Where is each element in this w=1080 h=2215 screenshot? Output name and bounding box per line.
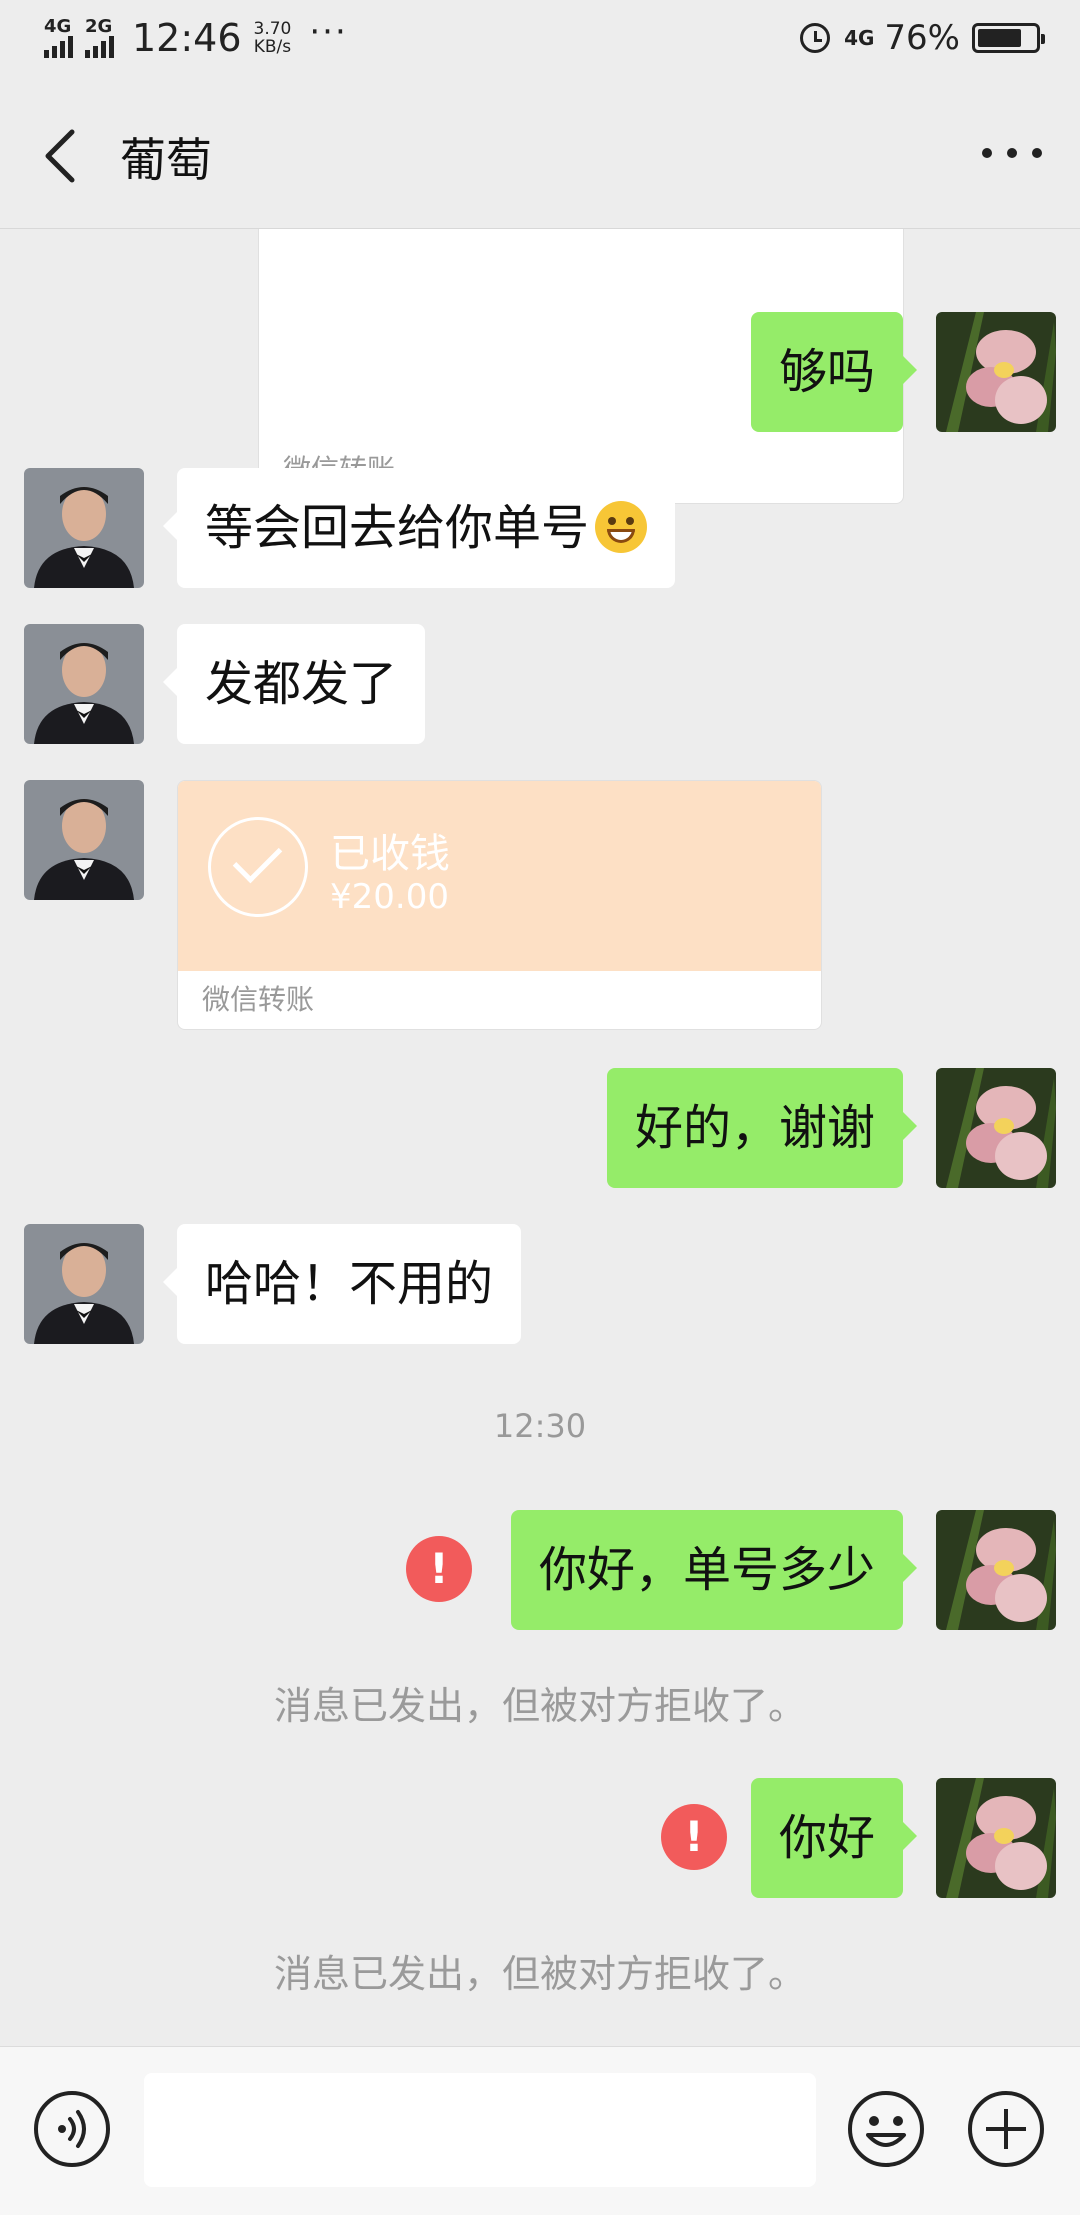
my-avatar[interactable] <box>936 312 1056 432</box>
message-input[interactable] <box>144 2073 816 2187</box>
back-arrow-icon[interactable] <box>38 124 88 188</box>
contact-avatar[interactable] <box>24 468 144 588</box>
message-text: 发都发了 <box>205 656 398 712</box>
status-left: 4G 2G 12:46 3.70 KB/s ··· <box>44 12 348 60</box>
message-text: 等会回去给你单号 <box>205 500 590 556</box>
status-right: 4G 76% <box>800 18 1045 58</box>
input-bar <box>0 2046 1080 2215</box>
message-bubble-sent[interactable]: 好的，谢谢 <box>606 1068 918 1188</box>
alarm-icon <box>800 23 831 53</box>
chat-header: 葡萄 <box>0 86 1080 229</box>
contact-avatar[interactable] <box>24 624 144 744</box>
system-notice: 消息已发出，但被对方拒收了。 <box>273 1952 806 1996</box>
signal-4g-icon: 4G <box>44 18 73 58</box>
signal-type-label: 2G <box>85 16 113 37</box>
transfer-amount: ¥20.00 <box>330 877 449 917</box>
time-divider: 12:30 <box>493 1407 587 1445</box>
net-speed-value: 3.70 <box>253 19 292 39</box>
message-bubble-received[interactable]: 发都发了 <box>162 624 426 744</box>
emoji-icon[interactable] <box>846 2089 926 2169</box>
plus-icon[interactable] <box>966 2089 1046 2169</box>
status-bar: 4G 2G 12:46 3.70 KB/s ··· 4G 76% <box>0 0 1080 86</box>
net-speed-unit: KB/s <box>253 37 292 57</box>
system-notice: 消息已发出，但被对方拒收了。 <box>273 1684 806 1728</box>
message-text: 够吗 <box>778 344 875 400</box>
message-bubble-sent[interactable]: 你好，单号多少 <box>510 1510 918 1630</box>
message-text: 哈哈！不用的 <box>205 1256 494 1312</box>
grin-emoji-icon <box>595 501 648 553</box>
send-failed-icon[interactable]: ! <box>661 1804 727 1870</box>
network-type: 4G <box>844 26 875 50</box>
voice-input-icon[interactable] <box>32 2089 112 2169</box>
transfer-card-body: 已收钱 ¥20.00 <box>178 781 821 971</box>
net-speed: 3.70 KB/s <box>254 20 292 56</box>
my-avatar[interactable] <box>936 1510 1056 1630</box>
message-text: 你好，单号多少 <box>538 1542 875 1598</box>
more-options-icon[interactable] <box>982 138 1042 168</box>
message-bubble-received[interactable]: 等会回去给你单号 <box>162 468 676 588</box>
message-text: 好的，谢谢 <box>634 1100 875 1156</box>
send-failed-icon[interactable]: ! <box>406 1536 472 1602</box>
chat-title: 葡萄 <box>120 133 212 187</box>
signal-2g-icon: 2G <box>85 18 114 58</box>
transfer-footer: 微信转账 <box>202 983 315 1016</box>
signal-type-label: 4G <box>44 16 72 37</box>
transfer-status: 已收钱 <box>330 831 450 877</box>
message-bubble-sent[interactable]: 够吗 <box>750 312 918 432</box>
contact-avatar[interactable] <box>24 1224 144 1344</box>
check-circle-icon <box>208 817 308 917</box>
battery-icon <box>972 23 1045 53</box>
message-text: 你好 <box>778 1810 875 1866</box>
message-bubble-received[interactable]: 哈哈！不用的 <box>162 1224 522 1344</box>
chat-messages[interactable]: 微信转账 够吗 等会回去给你单号 发都发了 已收钱 ¥20.00 微信转账 好的… <box>0 229 1080 2046</box>
message-bubble-sent[interactable]: 你好 <box>750 1778 918 1898</box>
status-time: 12:46 <box>132 16 242 60</box>
transfer-card[interactable]: 已收钱 ¥20.00 微信转账 <box>177 780 822 1030</box>
my-avatar[interactable] <box>936 1068 1056 1188</box>
more-notifications-icon: ··· <box>309 12 348 52</box>
contact-avatar[interactable] <box>24 780 144 900</box>
battery-percent: 76% <box>884 18 960 58</box>
my-avatar[interactable] <box>936 1778 1056 1898</box>
